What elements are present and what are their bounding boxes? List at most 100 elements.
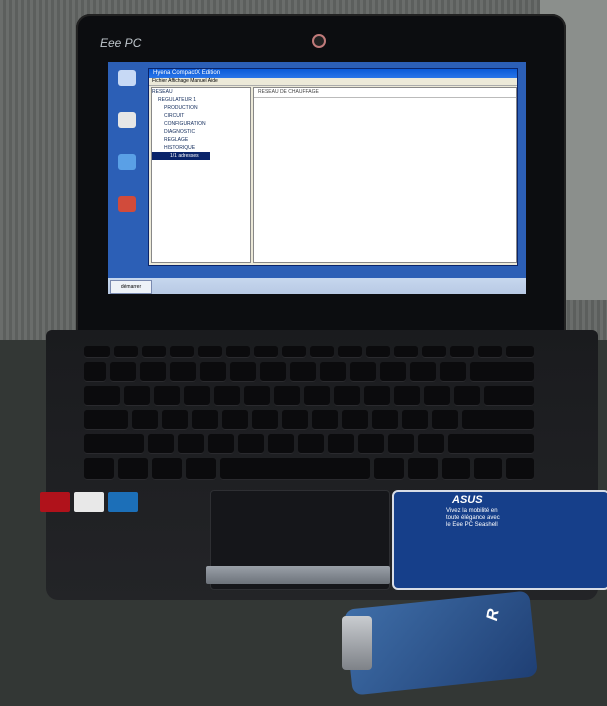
key[interactable] [222, 410, 248, 430]
key[interactable] [364, 386, 390, 406]
key[interactable] [450, 346, 474, 358]
desktop-icon[interactable] [114, 154, 140, 172]
tree-item[interactable]: DIAGNOSTIC [152, 128, 250, 136]
key[interactable] [198, 346, 222, 358]
key[interactable] [178, 434, 204, 454]
key[interactable] [470, 362, 534, 382]
menu-bar[interactable]: Fichier Affichage Manuel Aide [149, 78, 517, 86]
key[interactable] [454, 386, 480, 406]
key[interactable] [304, 386, 330, 406]
desktop-icon[interactable] [114, 196, 140, 214]
key[interactable] [320, 362, 346, 382]
tree-item[interactable]: REGULATEUR 1 [152, 96, 250, 104]
key[interactable] [200, 362, 226, 382]
key[interactable] [252, 410, 278, 430]
key[interactable] [192, 410, 218, 430]
key[interactable] [366, 346, 390, 358]
key[interactable] [152, 458, 182, 480]
key[interactable] [84, 362, 106, 382]
key[interactable] [254, 346, 278, 358]
key[interactable] [342, 410, 368, 430]
key[interactable] [506, 346, 534, 358]
key[interactable] [394, 346, 418, 358]
key[interactable] [338, 346, 362, 358]
key[interactable] [372, 410, 398, 430]
key[interactable] [334, 386, 360, 406]
key[interactable] [132, 410, 158, 430]
key[interactable] [154, 386, 180, 406]
key[interactable] [350, 362, 376, 382]
key[interactable] [282, 346, 306, 358]
key[interactable] [186, 458, 216, 480]
key[interactable] [110, 362, 136, 382]
keyboard [70, 346, 570, 486]
desktop-icon[interactable] [114, 112, 140, 130]
key[interactable] [282, 410, 308, 430]
key[interactable] [298, 434, 324, 454]
key[interactable] [214, 386, 240, 406]
key[interactable] [84, 386, 120, 406]
key[interactable] [408, 458, 438, 480]
key[interactable] [244, 386, 270, 406]
key[interactable] [118, 458, 148, 480]
tree-item[interactable]: HISTORIQUE [152, 144, 250, 152]
key[interactable] [448, 434, 534, 454]
tree-item[interactable]: REGLAGE [152, 136, 250, 144]
key[interactable] [84, 410, 128, 430]
key[interactable] [290, 362, 316, 382]
tree-item[interactable]: CONFIGURATION [152, 120, 250, 128]
touchpad-button[interactable] [206, 566, 390, 584]
key[interactable] [506, 458, 534, 480]
key[interactable] [142, 346, 166, 358]
key[interactable] [124, 386, 150, 406]
desktop-icon[interactable] [114, 70, 140, 88]
key[interactable] [114, 346, 138, 358]
key[interactable] [410, 362, 436, 382]
tree-item[interactable]: PRODUCTION [152, 104, 250, 112]
key[interactable] [442, 458, 470, 480]
key[interactable] [148, 434, 174, 454]
start-button[interactable]: démarrer [110, 280, 152, 294]
key[interactable] [312, 410, 338, 430]
key[interactable] [238, 434, 264, 454]
key[interactable] [170, 346, 194, 358]
key[interactable] [388, 434, 414, 454]
key[interactable] [358, 434, 384, 454]
key[interactable] [84, 458, 114, 480]
tree-item-selected[interactable]: 1/1 adresses [152, 152, 210, 160]
tree-view[interactable]: RESEAU REGULATEUR 1 PRODUCTION CIRCUIT C… [151, 87, 251, 263]
tree-item[interactable]: RESEAU [152, 88, 250, 96]
key[interactable] [170, 362, 196, 382]
tree-item[interactable]: CIRCUIT [152, 112, 250, 120]
key[interactable] [268, 434, 294, 454]
key[interactable] [208, 434, 234, 454]
key[interactable] [432, 410, 458, 430]
key[interactable] [162, 410, 188, 430]
key[interactable] [374, 458, 404, 480]
key[interactable] [394, 386, 420, 406]
key[interactable] [474, 458, 502, 480]
key[interactable] [418, 434, 444, 454]
key[interactable] [424, 386, 450, 406]
spacebar[interactable] [220, 458, 370, 480]
key[interactable] [230, 362, 256, 382]
key[interactable] [422, 346, 446, 358]
key[interactable] [402, 410, 428, 430]
key[interactable] [310, 346, 334, 358]
db9-connector [342, 616, 372, 670]
key[interactable] [484, 386, 534, 406]
key[interactable] [140, 362, 166, 382]
key[interactable] [380, 362, 406, 382]
taskbar: démarrer [108, 278, 526, 294]
key[interactable] [260, 362, 286, 382]
key[interactable] [274, 386, 300, 406]
key[interactable] [440, 362, 466, 382]
key[interactable] [226, 346, 250, 358]
key[interactable] [84, 346, 110, 358]
asus-logo: ASUS [452, 494, 483, 506]
key[interactable] [184, 386, 210, 406]
key[interactable] [84, 434, 144, 454]
key[interactable] [478, 346, 502, 358]
key[interactable] [328, 434, 354, 454]
key[interactable] [462, 410, 534, 430]
